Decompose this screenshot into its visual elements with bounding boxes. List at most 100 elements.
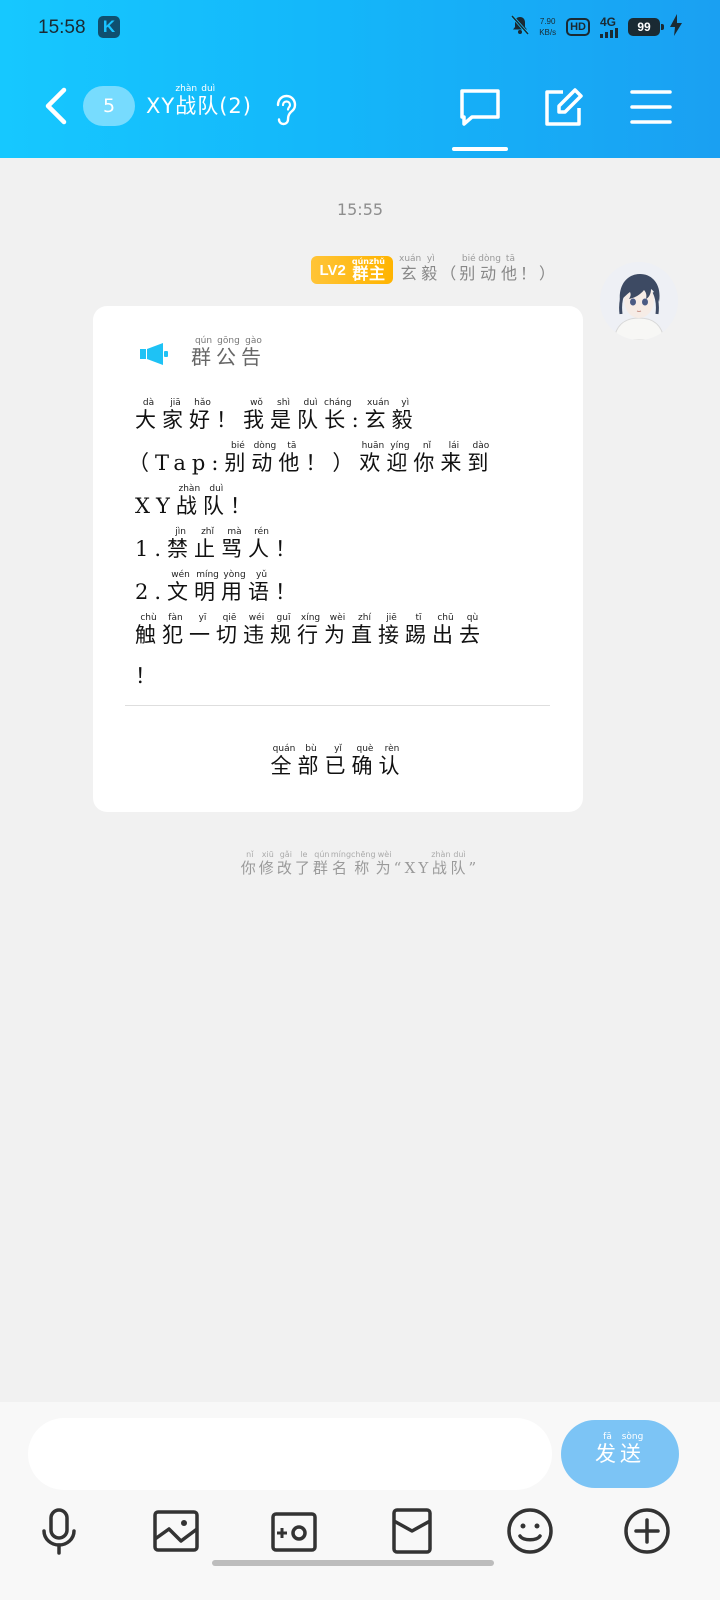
char-text: 为 — [324, 623, 351, 647]
pinyin-char: 名míng — [330, 850, 352, 877]
char-text: 队 — [450, 859, 469, 877]
pinyin-annotation: rèn — [378, 744, 406, 754]
voice-button[interactable] — [32, 1504, 86, 1558]
home-indicator[interactable] — [212, 1560, 494, 1566]
pinyin-annotation: míng — [194, 570, 222, 580]
edit-button[interactable] — [541, 86, 585, 130]
input-area: 发fā送sòng — [0, 1402, 720, 1600]
char-text: ） — [332, 451, 360, 475]
char-text: ） — [538, 264, 558, 283]
char-text: 群 — [312, 859, 331, 877]
pinyin-annotation: yì — [421, 254, 441, 264]
chat-tab-button[interactable] — [458, 86, 502, 130]
pinyin-char: 文wén — [167, 570, 194, 604]
pinyin-char: 动dòng — [478, 254, 501, 283]
char-text: 队 — [202, 494, 230, 518]
pinyin-char: 触chù — [135, 613, 162, 647]
more-button[interactable] — [620, 1504, 674, 1558]
pinyin-char: 用yòng — [221, 570, 248, 604]
notice-line: 1.禁jìn止zhǐ骂mà人rén！ — [135, 527, 555, 570]
char-text: 我 — [243, 408, 270, 432]
red-packet-button[interactable] — [385, 1504, 439, 1558]
pinyin-char: 行xíng — [297, 613, 324, 647]
level-role-badge[interactable]: LV2 群qún主zhǔ — [311, 256, 394, 284]
pinyin-annotation: xuán — [364, 398, 392, 408]
pinyin-annotation: nǐ — [413, 441, 441, 451]
emoji-button[interactable] — [503, 1504, 557, 1558]
char-text: Tap: — [155, 451, 225, 475]
network-type: 4G — [600, 15, 617, 29]
network-speed-unit: KB/s — [539, 28, 557, 37]
pinyin-char: 我wǒ — [243, 398, 270, 432]
char-text: 队 — [197, 94, 220, 118]
char-text: 违 — [243, 623, 270, 647]
char-text: : — [351, 408, 365, 432]
pinyin-char: 规guī — [270, 613, 297, 647]
pinyin-char: 1. — [135, 537, 167, 561]
pinyin-annotation: tā — [278, 441, 306, 451]
pinyin-annotation: wéi — [243, 613, 270, 623]
pinyin-char: 主zhǔ — [369, 257, 385, 283]
sender-info: LV2 群qún主zhǔ 玄xuán毅yì（别bié动dòng他tā！） — [311, 254, 558, 284]
char-text: 你 — [413, 451, 441, 475]
pinyin-char: 队duì — [297, 398, 324, 432]
pinyin-annotation: duì — [297, 398, 324, 408]
network-speed: 7.90 KB/s — [539, 16, 556, 38]
unread-count-badge[interactable]: 5 — [83, 86, 135, 126]
signal-indicator: 4G — [600, 16, 618, 38]
pinyin-char: 切qiē — [216, 613, 243, 647]
pinyin-annotation: guī — [270, 613, 297, 623]
message-input[interactable] — [28, 1418, 552, 1490]
group-title[interactable]: XY战zhàn队duì(2) — [146, 84, 252, 128]
pinyin-char: : — [352, 408, 365, 432]
char-text: 了 — [294, 859, 313, 877]
ear-icon[interactable] — [272, 92, 300, 126]
pinyin-annotation: gào — [241, 336, 266, 346]
pinyin-annotation: qún — [351, 256, 369, 266]
image-icon — [153, 1510, 199, 1552]
status-bar: 15:58 K 7.90 KB/s HD 4G 99 — [0, 0, 720, 58]
pinyin-char: 出chū — [432, 613, 459, 647]
avatar[interactable] — [600, 262, 678, 340]
pinyin-char: 去qù — [459, 613, 486, 647]
char-text: 全 — [270, 754, 298, 778]
char-text: 修 — [258, 859, 277, 877]
group-title-prefix: XY — [146, 94, 176, 118]
pinyin-annotation: yíng — [386, 441, 414, 451]
char-text: 战 — [175, 494, 203, 518]
char-text: 触 — [135, 623, 162, 647]
char-text: 名 — [330, 859, 352, 877]
pinyin-annotation: le — [294, 850, 313, 859]
group-notice-card[interactable]: 群qún公gōng告gào 大dà家jiā好hǎo！我wǒ是shì队duì长ch… — [93, 306, 583, 812]
char-text: 语 — [248, 580, 276, 604]
pinyin-char: 别bié — [224, 441, 251, 475]
pinyin-annotation: huān — [359, 441, 387, 451]
pinyin-annotation: wèi — [375, 850, 394, 859]
send-button[interactable]: 发fā送sòng — [561, 1420, 679, 1488]
menu-button[interactable] — [629, 86, 673, 130]
char-text: 迎 — [386, 451, 414, 475]
status-indicators: 7.90 KB/s HD 4G 99 — [511, 14, 682, 40]
image-button[interactable] — [149, 1504, 203, 1558]
char-text: 战 — [431, 859, 451, 877]
sender-name[interactable]: 玄xuán毅yì（别bié动dòng他tā！） — [399, 254, 558, 284]
char-text: 2. — [135, 580, 168, 604]
pinyin-annotation: yī — [189, 613, 216, 623]
app-notification-icon: K — [98, 16, 120, 38]
char-text: 送 — [620, 1442, 645, 1466]
back-button[interactable] — [40, 86, 72, 126]
char-text: 长 — [324, 408, 352, 432]
pinyin-annotation: rén — [248, 527, 276, 537]
pinyin-annotation: gōng — [216, 336, 241, 346]
pinyin-annotation: yòng — [221, 570, 249, 580]
input-toolbar — [0, 1504, 720, 1562]
pinyin-annotation: xíng — [297, 613, 324, 623]
all-confirmed-label[interactable]: 全quán部bù已yǐ确què认rèn — [93, 744, 583, 780]
group-title-text: XY战zhàn队duì(2) — [146, 84, 252, 118]
pinyin-annotation: tī — [405, 613, 432, 623]
notice-line: ！ — [135, 656, 555, 697]
pinyin-annotation: quán — [270, 744, 298, 754]
camera-button[interactable] — [267, 1504, 321, 1558]
char-text: 出 — [432, 623, 459, 647]
pinyin-char: ！ — [230, 494, 257, 518]
